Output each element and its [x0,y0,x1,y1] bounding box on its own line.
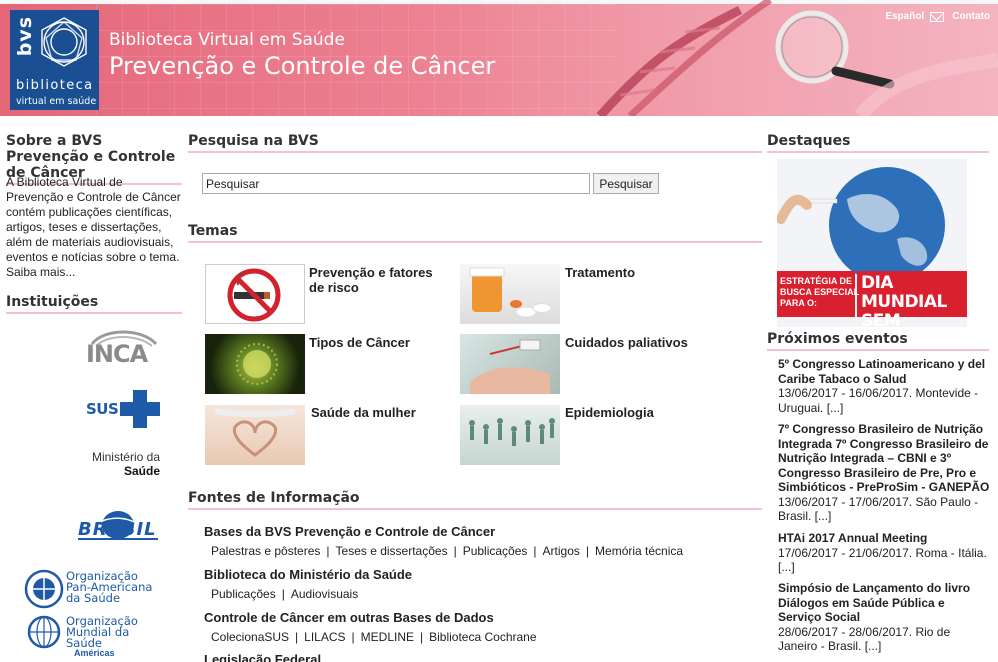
event-title[interactable]: Simpósio de Lançamento do livro Diálogos… [778,581,990,625]
fonte-links-outras-bases: ColecionaSUS | LILACS | MEDLINE | Bibliotec… [211,630,537,644]
heart-hands-icon [214,408,296,457]
fonte-links-bases: Palestras e pôsteres | Teses e dissertaçõ… [211,544,684,558]
opas-logo[interactable]: Organização Pan-Americana da Saúde [24,569,154,609]
banner-left-line2: BUSCA ESPECIAL [780,287,860,297]
oms-logo[interactable]: Organização Mundial da Saúde Américas [24,614,154,660]
link-espanol[interactable]: Español [885,11,924,22]
event-item[interactable]: Simpósio de Lançamento do livro Diálogos… [778,581,990,654]
tema-image-tipos[interactable] [205,334,305,394]
event-item[interactable]: HTAi 2017 Annual Meeting 17/06/2017 - 21… [778,531,990,575]
link-memoria-tecnica[interactable]: Memória técnica [595,544,683,558]
link-medline[interactable]: MEDLINE [361,630,414,644]
sus-text: SUS [86,400,119,418]
link-colecionasus[interactable]: ColecionaSUS [211,630,289,644]
no-smoking-icon [227,268,281,322]
oms-line2: Mundial da Saúde [66,625,130,650]
pills-icon [469,267,552,318]
mail-icon[interactable] [930,11,945,22]
logo-word: biblioteca [16,78,94,93]
care-hands-icon [470,339,550,394]
event-item[interactable]: 7º Congresso Brasileiro de Nutrição Inte… [778,422,990,524]
event-detail: 13/06/2017 - 17/06/2017. São Paulo - Bra… [778,494,979,524]
search-heading: Pesquisa na BVS [188,133,762,153]
fonte-links-biblioteca-ms: Publicações | Audiovisuais [211,587,359,601]
crowd-icon [469,418,555,446]
brasil-text: BRASIL [78,519,157,540]
sus-logo[interactable]: SUS [86,390,162,428]
link-cochrane[interactable]: Biblioteca Cochrane [429,630,536,644]
site-title-small: Biblioteca Virtual em Saúde [109,30,345,50]
tema-label-tratamento[interactable]: Tratamento [565,265,705,280]
brasil-logo[interactable]: BRASIL [72,507,164,547]
site-header: bvs biblioteca virtual em saúde Bibliote… [0,0,998,116]
logo-letters: bvs [14,16,36,57]
tema-label-cuidados[interactable]: Cuidados paliativos [565,335,705,350]
tema-label-epidemiologia[interactable]: Epidemiologia [565,405,705,420]
link-teses[interactable]: Teses e dissertações [336,544,448,558]
banner-left-line1: ESTRATÉGIA DE [780,276,853,286]
link-contato[interactable]: Contato [952,11,990,22]
opas-line3: da Saúde [66,591,121,605]
event-title[interactable]: 5º Congresso Latinoamericano y del Carib… [778,357,990,386]
event-detail: 28/06/2017 - 28/06/2017. Rio de Janeiro … [778,624,951,654]
tema-image-tratamento[interactable] [460,264,560,324]
link-ms-publicacoes[interactable]: Publicações [211,587,276,601]
link-artigos[interactable]: Artigos [543,544,580,558]
logo-subtitle: virtual em saúde [16,96,97,107]
inca-text: INCA [86,340,148,368]
oms-globe-icon [27,615,61,649]
temas-heading: Temas [188,223,762,243]
tema-label-mulher[interactable]: Saúde da mulher [311,405,451,420]
ministerio-saude-logo[interactable]: Ministério da Saúde [80,450,160,482]
cell-icon [236,343,278,385]
link-palestras[interactable]: Palestras e pôsteres [211,544,320,558]
tema-image-mulher[interactable] [205,405,305,465]
opas-globe-icon [24,569,64,609]
tema-image-epidemiologia[interactable] [460,405,560,465]
tema-label-tipos[interactable]: Tipos de Câncer [309,335,449,350]
tema-image-prevencao[interactable] [205,264,305,324]
event-item[interactable]: 5º Congresso Latinoamericano y del Carib… [778,357,990,415]
oms-line3: Américas [74,648,115,658]
search-button[interactable]: Pesquisar [593,173,659,194]
event-title[interactable]: HTAi 2017 Annual Meeting [778,531,990,546]
link-audiovisuais[interactable]: Audiovisuais [291,587,358,601]
bvs-logo[interactable]: bvs biblioteca virtual em saúde [10,10,99,110]
about-text[interactable]: A Biblioteca Virtual de Prevenção e Cont… [6,175,182,280]
destaques-heading: Destaques [767,133,989,153]
banner-right-line1: DIA MUNDIAL [861,273,947,312]
destaque-banner[interactable]: ESTRATÉGIA DE BUSCA ESPECIAL PARA O: DIA… [776,159,967,350]
event-detail: 13/06/2017 - 16/06/2017. Montevide - Uru… [778,386,979,415]
tema-image-cuidados[interactable] [460,334,560,394]
site-title-big[interactable]: Prevenção e Controle de Câncer [109,52,495,80]
eventos-heading: Próximos eventos [767,331,989,351]
ministerio-line1: Ministério da [91,450,160,464]
link-lilacs[interactable]: LILACS [304,630,345,644]
event-detail: 17/06/2017 - 21/06/2017. Roma - Itália. … [778,545,987,575]
fonte-title-bases[interactable]: Bases da BVS Prevenção e Controle de Cân… [204,524,495,539]
sus-cross-icon [120,390,160,428]
institutions-heading: Instituições [6,294,182,314]
fontes-heading: Fontes de Informação [188,490,762,510]
banner-left-line3: PARA O: [780,298,817,308]
event-title[interactable]: 7º Congresso Brasileiro de Nutrição Inte… [778,422,990,495]
tema-label-prevencao[interactable]: Prevenção e fatores de risco [309,265,449,295]
link-publicacoes[interactable]: Publicações [463,544,528,558]
fonte-title-outras-bases[interactable]: Controle de Câncer em outras Bases de Da… [204,610,494,625]
fonte-title-biblioteca-ms[interactable]: Biblioteca do Ministério da Saúde [204,567,412,582]
ministerio-line2: Saúde [123,464,160,478]
inca-logo[interactable]: INCA [84,326,162,368]
search-input[interactable] [202,173,590,194]
fonte-title-legislacao[interactable]: Legislação Federal [204,652,321,662]
top-links: Español Contato [885,11,990,22]
